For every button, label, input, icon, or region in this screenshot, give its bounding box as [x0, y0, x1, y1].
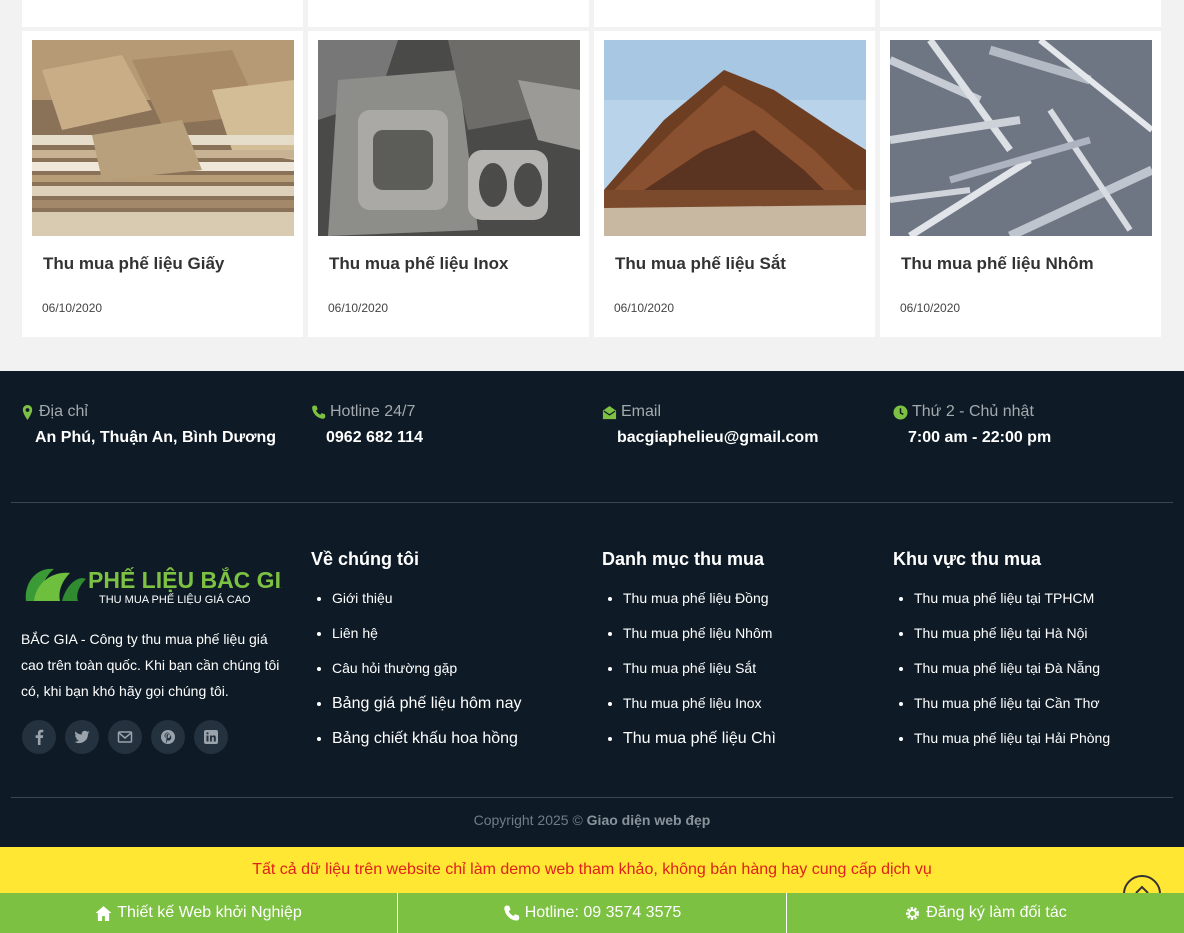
startup-web-design-link[interactable]: Thiết kế Web khởi Nghiệp [0, 893, 398, 933]
contact-value[interactable]: bacgiaphelieu@gmail.com [617, 429, 818, 447]
footer-link[interactable]: Thu mua phế liệu Sắt [623, 660, 776, 695]
contact-address: Địa chỉ An Phú, Thuận An, Bình Dương [20, 403, 276, 447]
footer-divider [11, 797, 1173, 798]
footer-column-regions: Khu vực thu mua Thu mua phế liệu tại TPH… [893, 549, 1110, 765]
linkedin-icon[interactable] [194, 720, 228, 754]
hotline-link[interactable]: Hotline: 09 3574 3575 [398, 893, 787, 933]
post-date: 06/10/2020 [900, 301, 961, 315]
footer-link[interactable]: Thu mua phế liệu Nhôm [623, 625, 776, 660]
about-text: BẮC GIA - Công ty thu mua phế liệu giá c… [21, 631, 280, 699]
copyright: Copyright 2025 © Giao diện web đẹp [0, 812, 1184, 828]
site-logo[interactable]: PHẾ LIỆU BẮC GIA THU MUA PHẾ LIỆU GIÁ CA… [22, 561, 298, 609]
footer-link[interactable]: Giới thiệu [332, 590, 521, 625]
gear-icon [906, 906, 920, 920]
envelope-icon [602, 405, 617, 419]
contact-value: 7:00 am - 22:00 pm [908, 429, 1052, 446]
post-card-partial[interactable] [880, 0, 1161, 27]
copyright-brand[interactable]: Giao diện web đẹp [587, 812, 711, 828]
post-title[interactable]: Thu mua phế liệu Inox [329, 254, 508, 274]
footer-link[interactable]: Thu mua phế liệu tại TPHCM [914, 590, 1110, 625]
bottom-bar-label: Thiết kế Web khởi Nghiệp [117, 904, 302, 921]
contact-label: Email [621, 403, 662, 420]
bottom-bar-label: Đăng ký làm đối tác [926, 904, 1067, 921]
twitter-icon[interactable] [65, 720, 99, 754]
contact-label: Thứ 2 - Chủ nhật [912, 403, 1034, 420]
column-title: Danh mục thu mua [602, 549, 765, 569]
footer-link[interactable]: Thu mua phế liệu tại Cần Thơ [914, 695, 1110, 730]
logo-tagline: THU MUA PHẾ LIỆU GIÁ CAO [99, 593, 251, 606]
phone-icon [312, 404, 326, 419]
pinterest-icon[interactable] [151, 720, 185, 754]
post-card-partial[interactable] [308, 0, 589, 27]
post-card[interactable]: Thu mua phế liệu Giấy 06/10/2020 [22, 31, 303, 337]
footer-link[interactable]: Liên hệ [332, 625, 521, 660]
footer-link[interactable]: Thu mua phế liệu Chì [623, 730, 776, 765]
scrap-iron-image[interactable] [604, 40, 866, 236]
contact-label: Hotline 24/7 [330, 403, 416, 420]
post-title[interactable]: Thu mua phế liệu Giấy [43, 254, 224, 274]
post-title[interactable]: Thu mua phế liệu Sắt [615, 254, 786, 274]
contact-value[interactable]: 0962 682 114 [326, 429, 423, 447]
bottom-action-bar: Thiết kế Web khởi Nghiệp Hotline: 09 357… [0, 893, 1184, 933]
clock-icon [893, 404, 908, 420]
scrap-aluminum-image[interactable] [890, 40, 1152, 236]
post-card[interactable]: Thu mua phế liệu Nhôm 06/10/2020 [880, 31, 1161, 337]
logo-name: PHẾ LIỆU BẮC GIA [88, 566, 282, 593]
partner-signup-link[interactable]: Đăng ký làm đối tác [787, 893, 1184, 933]
column-title: Khu vực thu mua [893, 549, 1042, 569]
post-card[interactable]: Thu mua phế liệu Sắt 06/10/2020 [594, 31, 875, 337]
bottom-bar-label: Hotline: 09 3574 3575 [524, 904, 682, 921]
scrap-inox-image[interactable] [318, 40, 580, 236]
footer-link[interactable]: Thu mua phế liệu tại Đà Nẵng [914, 660, 1110, 695]
contact-label: Địa chỉ [39, 403, 88, 420]
demo-notice: Tất cả dữ liệu trên website chỉ làm demo… [0, 847, 1184, 893]
scrap-paper-image[interactable] [32, 40, 294, 236]
footer-link[interactable]: Thu mua phế liệu Inox [623, 695, 776, 730]
contact-hours: Thứ 2 - Chủ nhật 7:00 am - 22:00 pm [893, 403, 1051, 447]
column-title: Về chúng tôi [311, 549, 419, 569]
footer-divider [11, 502, 1173, 503]
contact-hotline: Hotline 24/7 0962 682 114 [311, 403, 423, 447]
footer-link[interactable]: Thu mua phế liệu tại Hà Nội [914, 625, 1110, 660]
contact-email: Email bacgiaphelieu@gmail.com [602, 403, 818, 447]
post-date: 06/10/2020 [328, 301, 389, 315]
post-date: 06/10/2020 [42, 301, 103, 315]
post-card-partial[interactable] [594, 0, 875, 27]
footer-column-categories: Danh mục thu mua Thu mua phế liệu Đồng T… [602, 549, 776, 765]
post-card-partial[interactable] [22, 0, 303, 27]
post-title[interactable]: Thu mua phế liệu Nhôm [901, 254, 1094, 274]
footer-link[interactable]: Câu hỏi thường gặp [332, 660, 521, 695]
post-card[interactable]: Thu mua phế liệu Inox 06/10/2020 [308, 31, 589, 337]
footer-link[interactable]: Bảng chiết khấu hoa hồng [332, 730, 521, 765]
post-date: 06/10/2020 [614, 301, 675, 315]
social-links [22, 720, 228, 754]
previous-posts-row [0, 0, 1184, 28]
footer-link[interactable]: Thu mua phế liệu Đồng [623, 590, 776, 625]
copyright-prefix: Copyright 2025 © [473, 812, 583, 828]
site-footer: Địa chỉ An Phú, Thuận An, Bình Dương Hot… [0, 371, 1184, 847]
home-icon [95, 905, 112, 921]
phone-icon [503, 905, 519, 921]
email-icon[interactable] [108, 720, 142, 754]
facebook-icon[interactable] [22, 720, 56, 754]
contact-value: An Phú, Thuận An, Bình Dương [35, 429, 276, 446]
map-pin-icon [22, 404, 33, 420]
footer-column-about: Về chúng tôi Giới thiệu Liên hệ Câu hỏi … [311, 549, 521, 765]
footer-link[interactable]: Thu mua phế liệu tại Hải Phòng [914, 730, 1110, 765]
footer-link[interactable]: Bảng giá phế liệu hôm nay [332, 695, 521, 730]
